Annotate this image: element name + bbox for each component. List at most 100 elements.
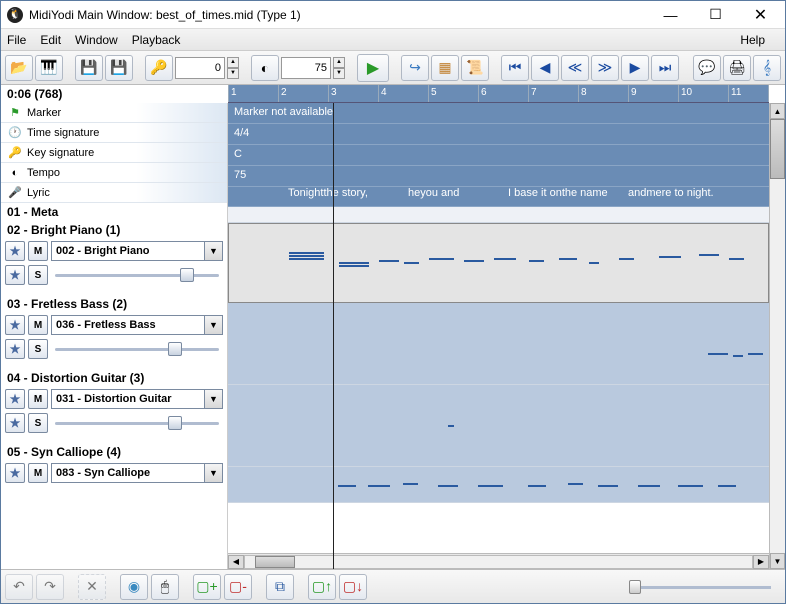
chevron-down-icon[interactable]: ▼ xyxy=(204,242,222,260)
mute-button[interactable]: M xyxy=(28,315,48,335)
titlebar: 🐧 MidiYodi Main Window: best_of_times.mi… xyxy=(1,1,785,29)
favorite-button[interactable]: ★ xyxy=(5,463,25,483)
keysig-row: 🔑Key signature xyxy=(1,143,227,163)
ruler-tick: 1 xyxy=(768,85,769,102)
remove-track-button[interactable]: ▢- xyxy=(224,574,252,600)
save-icon[interactable]: 💾 xyxy=(75,55,103,81)
ruler-tick: 9 xyxy=(628,85,637,102)
minimize-button[interactable]: — xyxy=(648,2,693,28)
transpose-spinner[interactable]: ▲▼ xyxy=(227,57,239,79)
volume-slider[interactable] xyxy=(51,414,223,432)
save-as-icon[interactable]: 💾 xyxy=(105,55,133,81)
key-icon[interactable]: 🔑 xyxy=(145,55,173,81)
instrument-select[interactable]: 036 - Fretless Bass▼ xyxy=(51,315,223,335)
favorite-button[interactable]: ★ xyxy=(5,339,25,359)
menu-playback[interactable]: Playback xyxy=(132,33,181,47)
solo-button[interactable]: S xyxy=(28,265,48,285)
undo-button[interactable]: ↶ xyxy=(5,574,33,600)
scroll-track[interactable] xyxy=(244,555,753,569)
step-fwd-button[interactable]: ▶ xyxy=(621,55,649,81)
close-button[interactable]: ✕ xyxy=(738,2,783,28)
instrument-select[interactable]: 083 - Syn Calliope▼ xyxy=(51,463,223,483)
track-header[interactable]: 05 - Syn Calliope (4) xyxy=(1,443,227,461)
print-icon[interactable]: 🖨 xyxy=(723,55,751,81)
goto-end-button[interactable]: ⏭ xyxy=(651,55,679,81)
track-lane[interactable] xyxy=(228,467,769,503)
ruler-tick: 6 xyxy=(478,85,487,102)
redo-button[interactable]: ↷ xyxy=(36,574,64,600)
track-lane[interactable] xyxy=(228,207,769,223)
chevron-down-icon[interactable]: ▼ xyxy=(204,464,222,482)
tempo-input[interactable] xyxy=(281,57,331,79)
favorite-button[interactable]: ★ xyxy=(5,241,25,261)
chat-icon[interactable]: 💬 xyxy=(693,55,721,81)
favorite-button[interactable]: ★ xyxy=(5,315,25,335)
menu-window[interactable]: Window xyxy=(75,33,118,47)
track-lane[interactable] xyxy=(228,223,769,303)
solo-button[interactable]: S xyxy=(28,413,48,433)
favorite-button[interactable]: ★ xyxy=(5,389,25,409)
timeline-ruler[interactable]: 1 2 3 4 5 6 7 8 9 10 11 1 xyxy=(228,85,769,103)
scroll-up-button[interactable]: ▲ xyxy=(770,103,785,119)
scroll-track[interactable] xyxy=(770,119,785,553)
volume-slider[interactable] xyxy=(51,266,223,284)
scroll-thumb[interactable] xyxy=(770,119,785,179)
scroll-lock-icon[interactable]: 📜 xyxy=(461,55,489,81)
loop-region-icon[interactable]: ▦ xyxy=(431,55,459,81)
solo-button[interactable]: S xyxy=(28,339,48,359)
transpose-input[interactable] xyxy=(175,57,225,79)
next-marker-button[interactable]: ≫ xyxy=(591,55,619,81)
mouse-icon[interactable]: 🖱 xyxy=(151,574,179,600)
scroll-left-button[interactable]: ◀ xyxy=(228,555,244,569)
track-header[interactable]: 01 - Meta xyxy=(1,203,227,221)
prev-marker-button[interactable]: ≪ xyxy=(561,55,589,81)
track-lane[interactable] xyxy=(228,385,769,467)
globe-icon[interactable]: ◉ xyxy=(120,574,148,600)
step-back-button[interactable]: ◀ xyxy=(531,55,559,81)
add-track-button[interactable]: ▢+ xyxy=(193,574,221,600)
clone-track-button[interactable]: ⧉ xyxy=(266,574,294,600)
zoom-slider[interactable] xyxy=(625,578,775,596)
track-lane[interactable] xyxy=(228,303,769,385)
mute-button[interactable]: M xyxy=(28,241,48,261)
playhead[interactable] xyxy=(333,103,334,569)
scroll-thumb[interactable] xyxy=(255,556,295,568)
move-down-button[interactable]: ▢↓ xyxy=(339,574,367,600)
move-up-button[interactable]: ▢↑ xyxy=(308,574,336,600)
delete-icon[interactable]: ✕ xyxy=(78,574,106,600)
devices-icon[interactable]: 🎹 xyxy=(35,55,63,81)
menu-file[interactable]: File xyxy=(7,33,26,47)
track-header[interactable]: 02 - Bright Piano (1) xyxy=(1,221,227,239)
goto-start-button[interactable]: ⏮ xyxy=(501,55,529,81)
ruler-tick: 4 xyxy=(378,85,387,102)
instrument-select[interactable]: 031 - Distortion Guitar▼ xyxy=(51,389,223,409)
menu-help[interactable]: Help xyxy=(740,33,765,47)
horizontal-scrollbar[interactable]: ◀ ▶ xyxy=(228,553,769,569)
clef-icon[interactable]: 𝄞 xyxy=(753,55,781,81)
menubar: File Edit Window Playback Help xyxy=(1,29,785,51)
ruler-tick: 3 xyxy=(328,85,337,102)
favorite-button[interactable]: ★ xyxy=(5,265,25,285)
volume-slider[interactable] xyxy=(51,340,223,358)
scroll-right-button[interactable]: ▶ xyxy=(753,555,769,569)
scroll-down-button[interactable]: ▼ xyxy=(770,553,785,569)
repeat-icon[interactable]: ↪ xyxy=(401,55,429,81)
track-header[interactable]: 03 - Fretless Bass (2) xyxy=(1,295,227,313)
vertical-scrollbar[interactable]: ▲ ▼ xyxy=(769,103,785,569)
chevron-down-icon[interactable]: ▼ xyxy=(204,316,222,334)
instrument-label: 031 - Distortion Guitar xyxy=(52,393,204,405)
mute-button[interactable]: M xyxy=(28,389,48,409)
play-button[interactable]: ▶ xyxy=(357,54,389,82)
menu-edit[interactable]: Edit xyxy=(40,33,61,47)
maximize-button[interactable]: ☐ xyxy=(693,2,738,28)
time-position: 0:06 (768) xyxy=(1,85,228,103)
tempo-gauge-icon[interactable]: ◐ xyxy=(251,55,279,81)
open-icon[interactable]: 📂 xyxy=(5,55,33,81)
mute-button[interactable]: M xyxy=(28,463,48,483)
tempo-spinner[interactable]: ▲▼ xyxy=(333,57,345,79)
track-header[interactable]: 04 - Distortion Guitar (3) xyxy=(1,369,227,387)
chevron-down-icon[interactable]: ▼ xyxy=(204,390,222,408)
ruler-tick: 7 xyxy=(528,85,537,102)
favorite-button[interactable]: ★ xyxy=(5,413,25,433)
instrument-select[interactable]: 002 - Bright Piano▼ xyxy=(51,241,223,261)
